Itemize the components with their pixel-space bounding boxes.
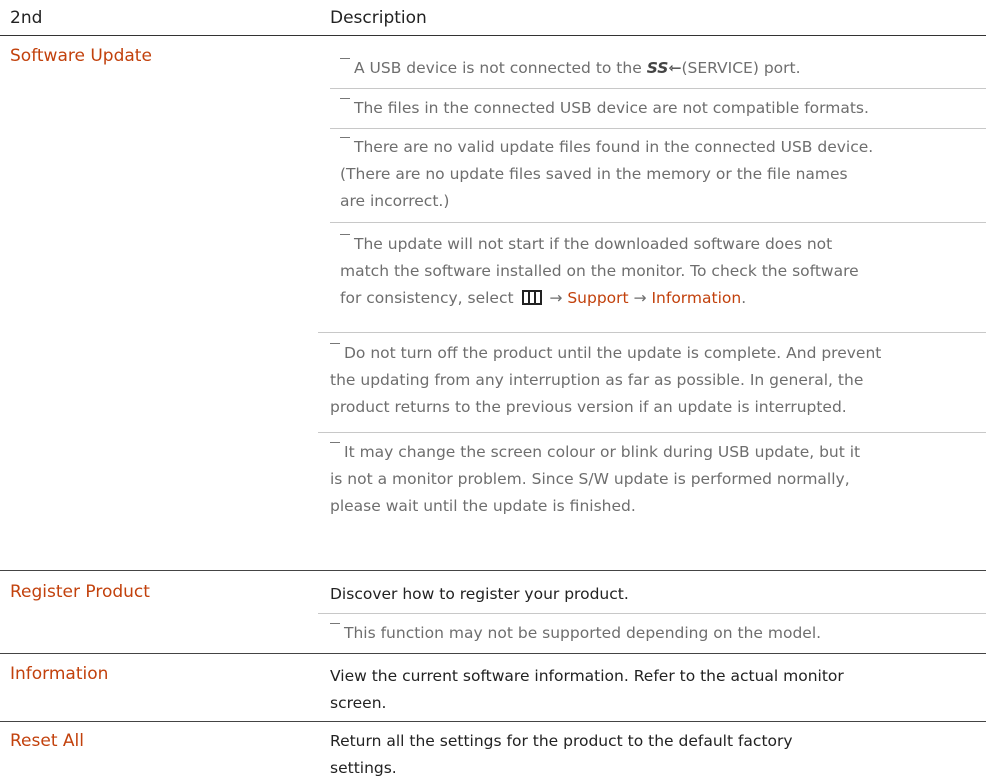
divider xyxy=(318,332,986,333)
note-screen-colour: It may change the screen colour or blink… xyxy=(330,442,861,515)
note-incompatible-formats: The files in the connected USB device ar… xyxy=(340,95,980,122)
row-divider xyxy=(0,653,986,654)
note-register-not-supported: This function may not be supported depen… xyxy=(330,620,980,647)
note-dash xyxy=(340,137,350,138)
divider xyxy=(330,222,986,223)
row-name-register-product: Register Product xyxy=(10,582,150,602)
row-divider xyxy=(0,721,986,722)
desc-register-product: Discover how to register your product. xyxy=(330,585,629,603)
note-dash xyxy=(340,98,350,99)
menu-icon xyxy=(521,290,542,305)
note-update-will-not-start: The update will not start if the downloa… xyxy=(340,234,859,307)
desc-reset-all: Return all the settings for the product … xyxy=(330,732,793,777)
note-do-not-turn-off: Do not turn off the product until the up… xyxy=(330,343,882,416)
note-usb-not-connected: A USB device is not connected to the SS⇽… xyxy=(340,55,980,82)
divider xyxy=(318,432,986,433)
link-support[interactable]: Support xyxy=(567,289,628,307)
divider xyxy=(318,613,986,614)
note-no-valid-files: There are no valid update files found in… xyxy=(340,137,874,210)
header-col-2nd: 2nd xyxy=(10,8,43,28)
row-name-reset-all: Reset All xyxy=(10,731,84,751)
note-dash xyxy=(340,234,350,235)
note-dash xyxy=(330,343,340,344)
desc-information: View the current software information. R… xyxy=(330,667,844,712)
divider xyxy=(330,88,986,89)
divider xyxy=(330,128,986,129)
row-name-software-update: Software Update xyxy=(10,46,152,66)
note-dash xyxy=(330,623,340,624)
usb-service-icon: SS⇽ xyxy=(646,59,682,77)
row-divider xyxy=(0,570,986,571)
note-dash xyxy=(340,58,350,59)
note-dash xyxy=(330,442,340,443)
link-information[interactable]: Information xyxy=(651,289,741,307)
row-name-information: Information xyxy=(10,664,109,684)
table-header: 2nd Description xyxy=(0,0,986,36)
header-col-description: Description xyxy=(330,8,427,28)
